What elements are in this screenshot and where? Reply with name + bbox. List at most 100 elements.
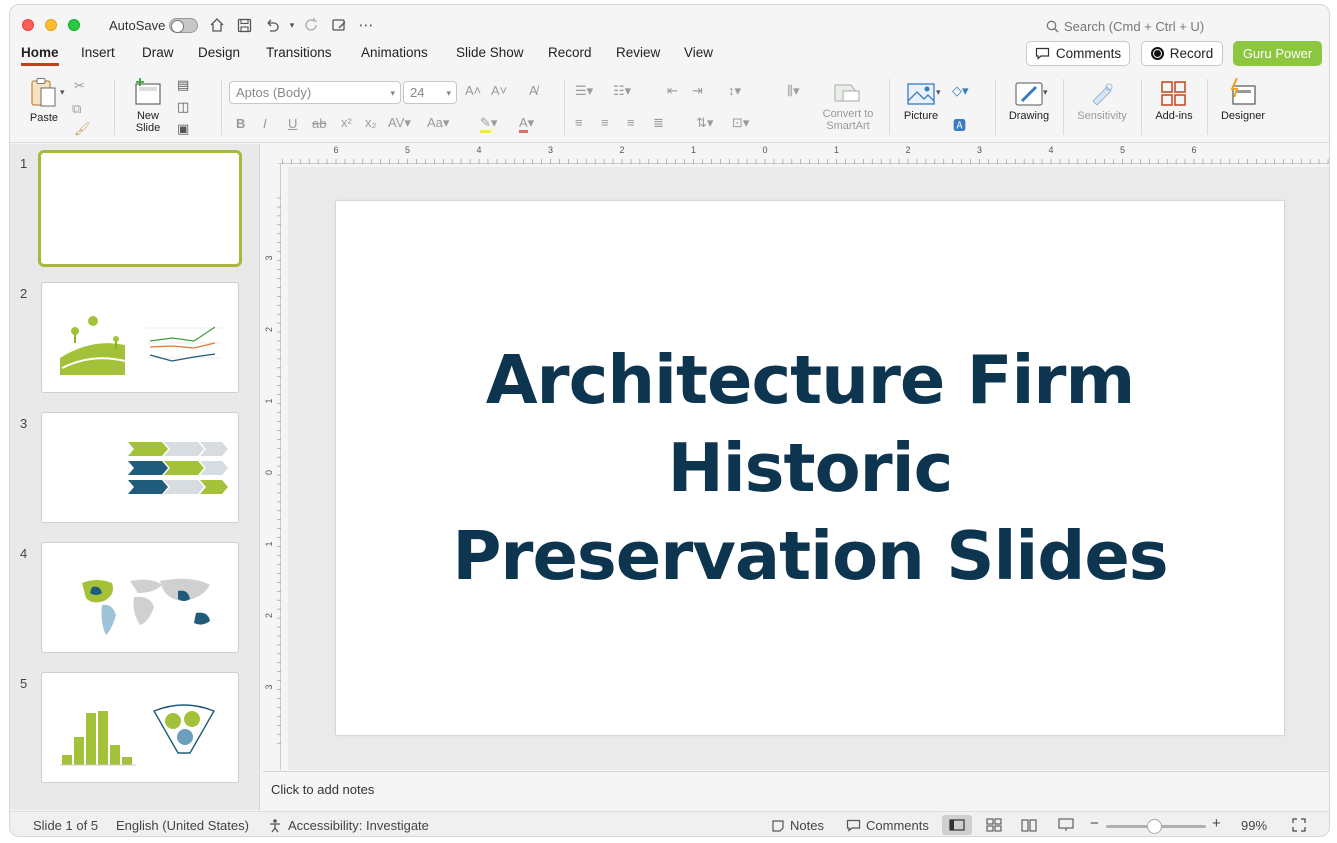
paste-label: Paste bbox=[29, 112, 59, 124]
bold-icon[interactable]: B bbox=[236, 116, 245, 131]
picture-dropdown-chevron-icon[interactable]: ▾ bbox=[936, 87, 941, 98]
paste-button[interactable]: Paste bbox=[24, 77, 64, 124]
line-spacing-icon[interactable]: ↕▾ bbox=[728, 83, 741, 99]
increase-indent-icon[interactable]: ⇥ bbox=[692, 83, 703, 99]
character-spacing-icon[interactable]: AV▾ bbox=[388, 115, 411, 131]
font-color-icon[interactable]: A▾ bbox=[519, 115, 534, 133]
reset-slide-icon[interactable]: ◫ bbox=[177, 99, 189, 115]
underline-icon[interactable]: U bbox=[288, 116, 297, 131]
format-painter-icon[interactable]: 🖌 bbox=[74, 121, 91, 137]
tab-transitions[interactable]: Transitions bbox=[266, 45, 332, 63]
comment-icon bbox=[846, 819, 861, 832]
paste-icon bbox=[31, 78, 56, 107]
tab-animations[interactable]: Animations bbox=[361, 45, 428, 63]
zoom-window-button[interactable] bbox=[68, 19, 80, 31]
close-window-button[interactable] bbox=[22, 19, 34, 31]
slide-show-view-button[interactable] bbox=[1051, 815, 1081, 835]
align-text-icon[interactable]: ⊡▾ bbox=[732, 115, 749, 131]
paste-dropdown-chevron-icon[interactable]: ▾ bbox=[60, 87, 65, 98]
tab-home[interactable]: Home bbox=[21, 45, 59, 66]
add-ins-button[interactable]: Add-ins bbox=[1150, 81, 1198, 122]
save-icon[interactable] bbox=[234, 15, 254, 35]
highlight-color-icon[interactable]: ✎▾ bbox=[480, 115, 497, 133]
normal-view-button[interactable] bbox=[942, 815, 972, 835]
columns-icon[interactable]: ⫼▾ bbox=[787, 83, 800, 99]
tab-slide-show[interactable]: Slide Show bbox=[456, 45, 524, 63]
text-box-icon[interactable]: 🅰 bbox=[953, 115, 966, 134]
numbering-icon[interactable]: ☷▾ bbox=[613, 83, 631, 99]
ruler-label: 4 bbox=[476, 145, 481, 155]
zoom-out-icon[interactable]: − bbox=[1090, 815, 1099, 832]
reading-view-button[interactable] bbox=[1014, 815, 1044, 835]
new-slide-button[interactable]: New Slide bbox=[124, 77, 172, 134]
minimize-window-button[interactable] bbox=[45, 19, 57, 31]
slide-thumbnail-4[interactable] bbox=[41, 542, 239, 653]
superscript-icon[interactable]: x² bbox=[341, 115, 352, 130]
drawing-dropdown-chevron-icon[interactable]: ▾ bbox=[1043, 87, 1048, 98]
justify-icon[interactable]: ≣ bbox=[653, 115, 664, 131]
strikethrough-icon[interactable]: ab bbox=[312, 116, 326, 131]
subscript-icon[interactable]: x₂ bbox=[365, 115, 377, 130]
home-icon[interactable] bbox=[207, 15, 227, 35]
language-indicator[interactable]: English (United States) bbox=[116, 818, 249, 833]
notes-pane[interactable]: Click to add notes bbox=[263, 771, 1329, 811]
guru-power-button[interactable]: Guru Power bbox=[1233, 41, 1322, 66]
undo-dropdown-chevron-icon[interactable]: ▾ bbox=[282, 15, 302, 35]
autosave-toggle[interactable] bbox=[169, 18, 198, 33]
fit-to-window-icon[interactable] bbox=[1292, 818, 1306, 832]
slide-thumbnails-panel[interactable]: 1 2 3 4 5 bbox=[10, 144, 260, 810]
slide-sorter-view-button[interactable] bbox=[979, 815, 1009, 835]
tab-insert[interactable]: Insert bbox=[81, 45, 115, 63]
record-button[interactable]: Record bbox=[1141, 41, 1223, 66]
comments-toggle-button[interactable]: Comments bbox=[846, 818, 929, 833]
slide-thumbnail-5[interactable] bbox=[41, 672, 239, 783]
comments-button[interactable]: Comments bbox=[1026, 41, 1130, 66]
increase-font-size-icon[interactable]: A˄ bbox=[465, 83, 481, 98]
accessibility-button[interactable]: Accessibility: Investigate bbox=[268, 818, 429, 833]
redo-icon[interactable] bbox=[302, 15, 322, 35]
search-box[interactable]: Search (Cmd + Ctrl + U) bbox=[1046, 17, 1204, 35]
current-slide[interactable]: Architecture Firm Historic Preservation … bbox=[336, 201, 1284, 735]
more-options-icon[interactable]: ⋯ bbox=[356, 15, 376, 35]
bullets-icon[interactable]: ☰▾ bbox=[575, 83, 593, 99]
ruler-label: 3 bbox=[264, 684, 274, 689]
font-size-select[interactable]: 24 ▾ bbox=[403, 81, 457, 104]
decrease-indent-icon[interactable]: ⇤ bbox=[667, 83, 678, 99]
text-direction-icon[interactable]: ⇅▾ bbox=[696, 115, 713, 131]
undo-icon[interactable] bbox=[262, 15, 282, 35]
comments-button-label: Comments bbox=[1055, 46, 1122, 61]
sensitivity-button[interactable]: Sensitivity bbox=[1072, 81, 1132, 122]
zoom-level[interactable]: 99% bbox=[1241, 818, 1267, 833]
section-icon[interactable]: ▣ bbox=[177, 121, 189, 137]
notes-toggle-button[interactable]: Notes bbox=[771, 818, 824, 833]
font-name-select[interactable]: Aptos (Body) ▾ bbox=[229, 81, 401, 104]
align-left-icon[interactable]: ≡ bbox=[575, 115, 583, 130]
slide-thumbnail-1[interactable] bbox=[38, 150, 242, 267]
italic-icon[interactable]: I bbox=[263, 116, 267, 131]
ribbon-divider bbox=[1141, 79, 1142, 135]
cut-icon[interactable]: ✂ bbox=[74, 78, 85, 94]
align-right-icon[interactable]: ≡ bbox=[627, 115, 635, 130]
clear-formatting-icon[interactable]: A̸ bbox=[529, 83, 538, 98]
designer-button[interactable]: Designer bbox=[1215, 77, 1271, 122]
decrease-font-size-icon[interactable]: A˅ bbox=[491, 83, 507, 98]
tab-draw[interactable]: Draw bbox=[142, 45, 174, 63]
tab-review[interactable]: Review bbox=[616, 45, 660, 63]
tab-design[interactable]: Design bbox=[198, 45, 240, 63]
convert-to-smartart-button[interactable]: Convert to SmartArt bbox=[816, 81, 880, 132]
align-center-icon[interactable]: ≡ bbox=[601, 115, 609, 130]
slide-thumbnail-3[interactable] bbox=[41, 412, 239, 523]
slide-thumbnail-2[interactable] bbox=[41, 282, 239, 393]
ruler-label: 1 bbox=[691, 145, 696, 155]
shapes-icon[interactable]: ◇▾ bbox=[952, 83, 969, 99]
layout-icon[interactable]: ▤ bbox=[177, 77, 189, 93]
horizontal-ruler: 6 5 4 3 2 1 0 1 2 3 4 5 6 bbox=[278, 144, 1329, 164]
change-case-icon[interactable]: Aa▾ bbox=[427, 115, 449, 131]
tab-view[interactable]: View bbox=[684, 45, 713, 63]
zoom-in-icon[interactable]: + bbox=[1212, 815, 1221, 832]
copy-icon[interactable]: ⧉ bbox=[72, 101, 81, 117]
tab-record[interactable]: Record bbox=[548, 45, 592, 63]
slide-title[interactable]: Architecture Firm Historic Preservation … bbox=[430, 336, 1190, 600]
zoom-slider-handle[interactable] bbox=[1147, 819, 1162, 834]
present-icon[interactable] bbox=[329, 15, 349, 35]
